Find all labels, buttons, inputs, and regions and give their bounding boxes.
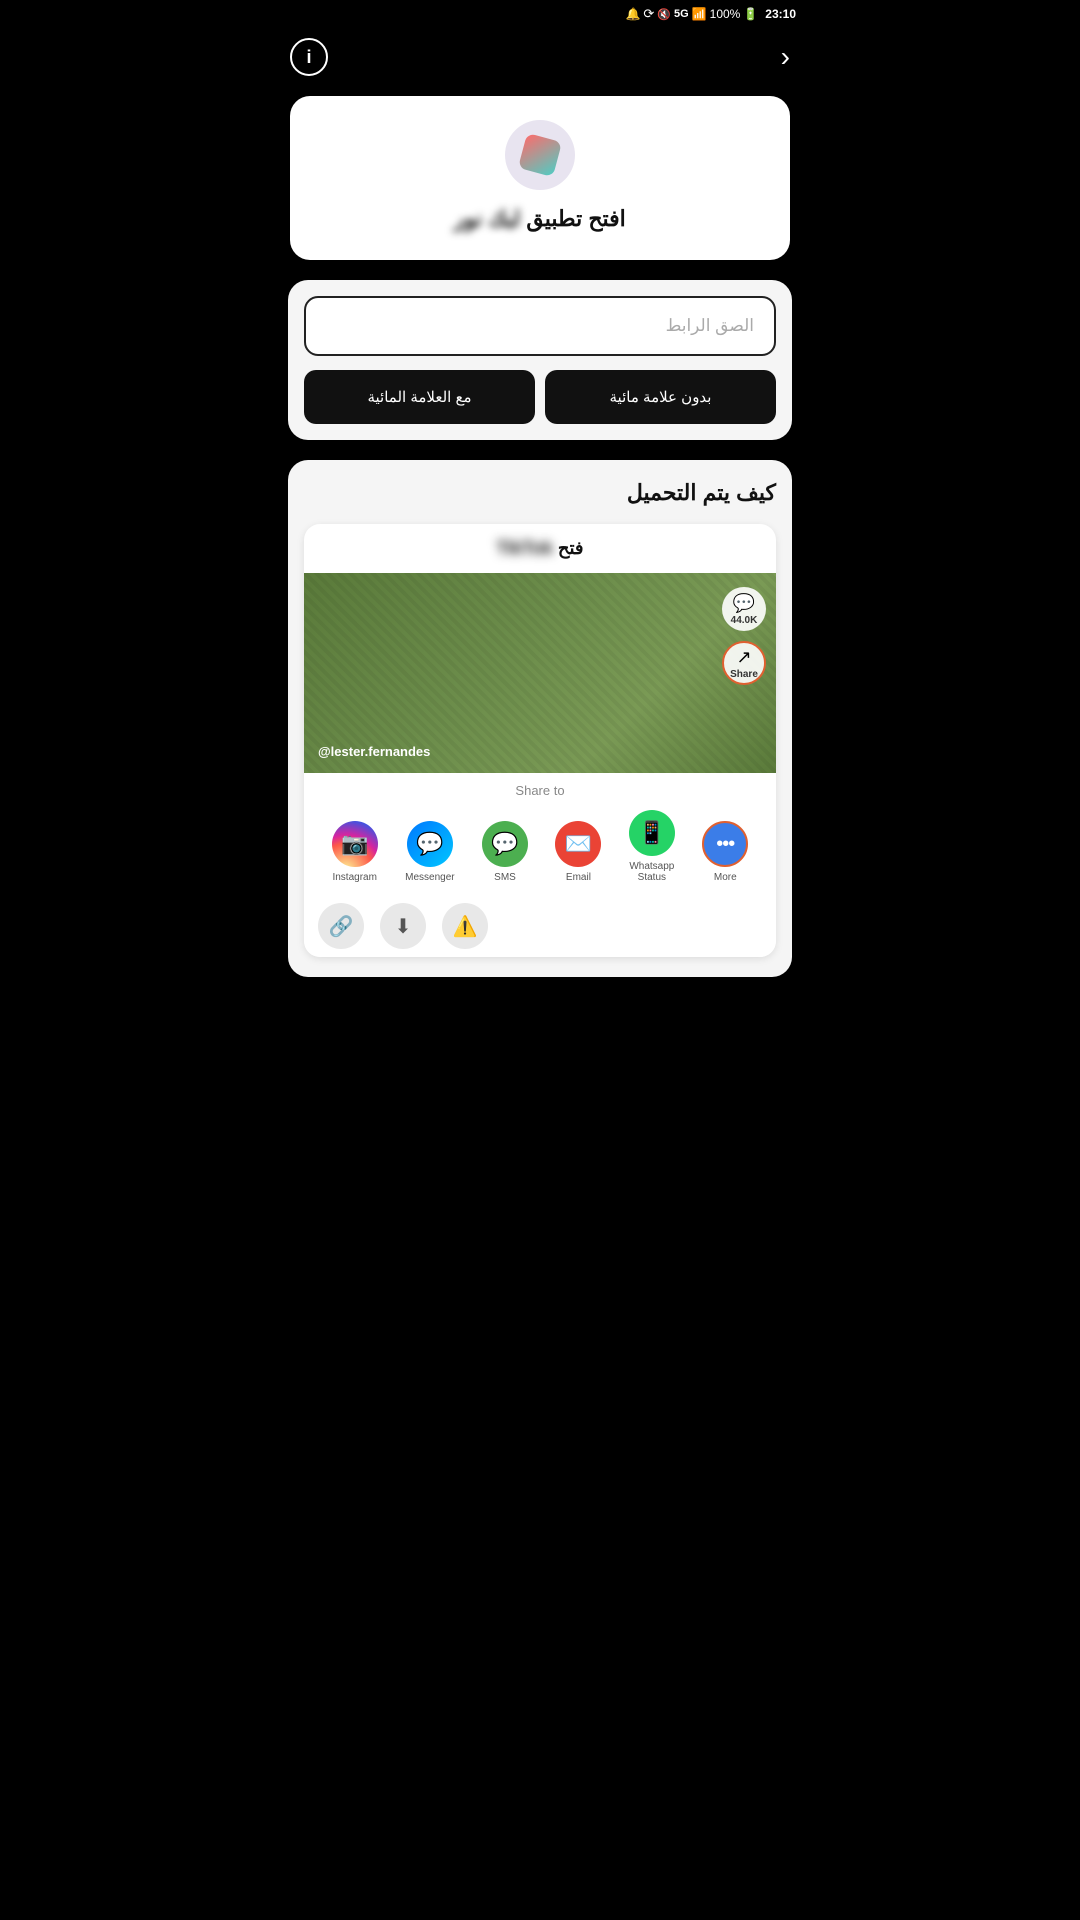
- extra-icon-1[interactable]: 🔗: [318, 903, 364, 949]
- email-icon: ✉️: [555, 821, 601, 867]
- comment-count: 44.0K: [731, 615, 758, 626]
- mute-icon: 🔇: [657, 8, 671, 21]
- next-arrow-button[interactable]: ›: [781, 41, 790, 73]
- app-open-card: افتح تطبيق لبك نور: [290, 96, 790, 260]
- paste-input-wrapper: [304, 296, 776, 356]
- network-icon: 5G: [674, 8, 689, 20]
- tiktok-brand-blurred: TikTok: [496, 538, 552, 558]
- time-display: 23:10: [765, 7, 796, 21]
- whatsapp-label: WhatsappStatus: [629, 861, 674, 883]
- warning-icon: ⚠️: [453, 914, 478, 939]
- signal-bars: 📶: [692, 7, 707, 21]
- avatar-inner: [518, 133, 562, 177]
- sms-label: SMS: [494, 872, 516, 883]
- email-label: Email: [566, 872, 591, 883]
- download-buttons-row: مع العلامة المائية بدون علامة مائية: [304, 370, 776, 424]
- instagram-icon: 📷: [332, 821, 378, 867]
- more-icon: •••: [702, 821, 748, 867]
- avatar: [505, 120, 575, 190]
- notification-icon: 🔔: [625, 7, 640, 21]
- messenger-icon: 💬: [407, 821, 453, 867]
- sms-icon: 💬: [482, 821, 528, 867]
- link-icon: 🔗: [329, 914, 354, 939]
- share-instagram[interactable]: 📷 Instagram: [332, 821, 378, 883]
- share-icons-row: 📷 Instagram 💬 Messenger 💬 SMS: [318, 810, 762, 883]
- share-icon: ↗: [736, 647, 751, 668]
- share-email[interactable]: ✉️ Email: [555, 821, 601, 883]
- top-navigation: i ›: [270, 28, 810, 96]
- download-arrow-icon: ⬇: [395, 914, 412, 939]
- comment-button[interactable]: 💬 44.0K: [722, 587, 766, 631]
- share-button-highlighted[interactable]: ↗ Share: [722, 641, 766, 685]
- app-name-blurred: لبك نور: [454, 206, 520, 231]
- battery-percent: 100%: [710, 7, 741, 21]
- open-app-label: افتح تطبيق لبك نور: [454, 206, 626, 232]
- share-whatsapp[interactable]: 📱 WhatsappStatus: [629, 810, 675, 883]
- download-section: مع العلامة المائية بدون علامة مائية: [288, 280, 792, 440]
- more-dots-icon: •••: [716, 833, 734, 856]
- status-bar: 🔔 ⟳ 🔇 5G 📶 100% 🔋 23:10: [270, 0, 810, 28]
- share-to-title: Share to: [318, 783, 762, 798]
- info-button[interactable]: i: [290, 38, 328, 76]
- share-label: Share: [730, 669, 758, 680]
- messenger-label: Messenger: [405, 872, 454, 883]
- battery-icon: 🔋: [743, 7, 758, 21]
- info-icon: i: [306, 47, 311, 68]
- tiktok-username: @lester.fernandes: [318, 744, 430, 759]
- tiktok-demo-header: فتح TikTok: [304, 524, 776, 573]
- whatsapp-icon: 📱: [629, 810, 675, 856]
- how-to-download-section: كيف يتم التحميل فتح TikTok @lester.ferna…: [288, 460, 792, 977]
- share-sms[interactable]: 💬 SMS: [482, 821, 528, 883]
- sync-icon: ⟳: [643, 6, 654, 22]
- extra-icon-3[interactable]: ⚠️: [442, 903, 488, 949]
- comment-icon: 💬: [733, 593, 755, 614]
- share-to-section: Share to 📷 Instagram 💬 Messenger: [304, 773, 776, 897]
- extra-icons-row: 🔗 ⬇ ⚠️: [304, 897, 776, 957]
- status-icons: 🔔 ⟳ 🔇 5G 📶 100% 🔋 23:10: [625, 6, 796, 22]
- tiktok-video-preview: @lester.fernandes 💬 44.0K ↗ Share: [304, 573, 776, 773]
- paste-link-input[interactable]: [314, 302, 766, 350]
- how-to-title: كيف يتم التحميل: [304, 480, 776, 506]
- share-more[interactable]: ••• More: [702, 821, 748, 883]
- more-label: More: [714, 872, 737, 883]
- share-messenger[interactable]: 💬 Messenger: [405, 821, 454, 883]
- with-watermark-button[interactable]: مع العلامة المائية: [304, 370, 535, 424]
- without-watermark-button[interactable]: بدون علامة مائية: [545, 370, 776, 424]
- arrow-right-icon: ›: [781, 41, 790, 72]
- tiktok-action-buttons: 💬 44.0K ↗ Share: [722, 587, 766, 685]
- extra-icon-2[interactable]: ⬇: [380, 903, 426, 949]
- tiktok-demo-card: فتح TikTok @lester.fernandes 💬 44.0K ↗ S…: [304, 524, 776, 957]
- video-texture: [304, 573, 776, 773]
- instagram-label: Instagram: [332, 872, 376, 883]
